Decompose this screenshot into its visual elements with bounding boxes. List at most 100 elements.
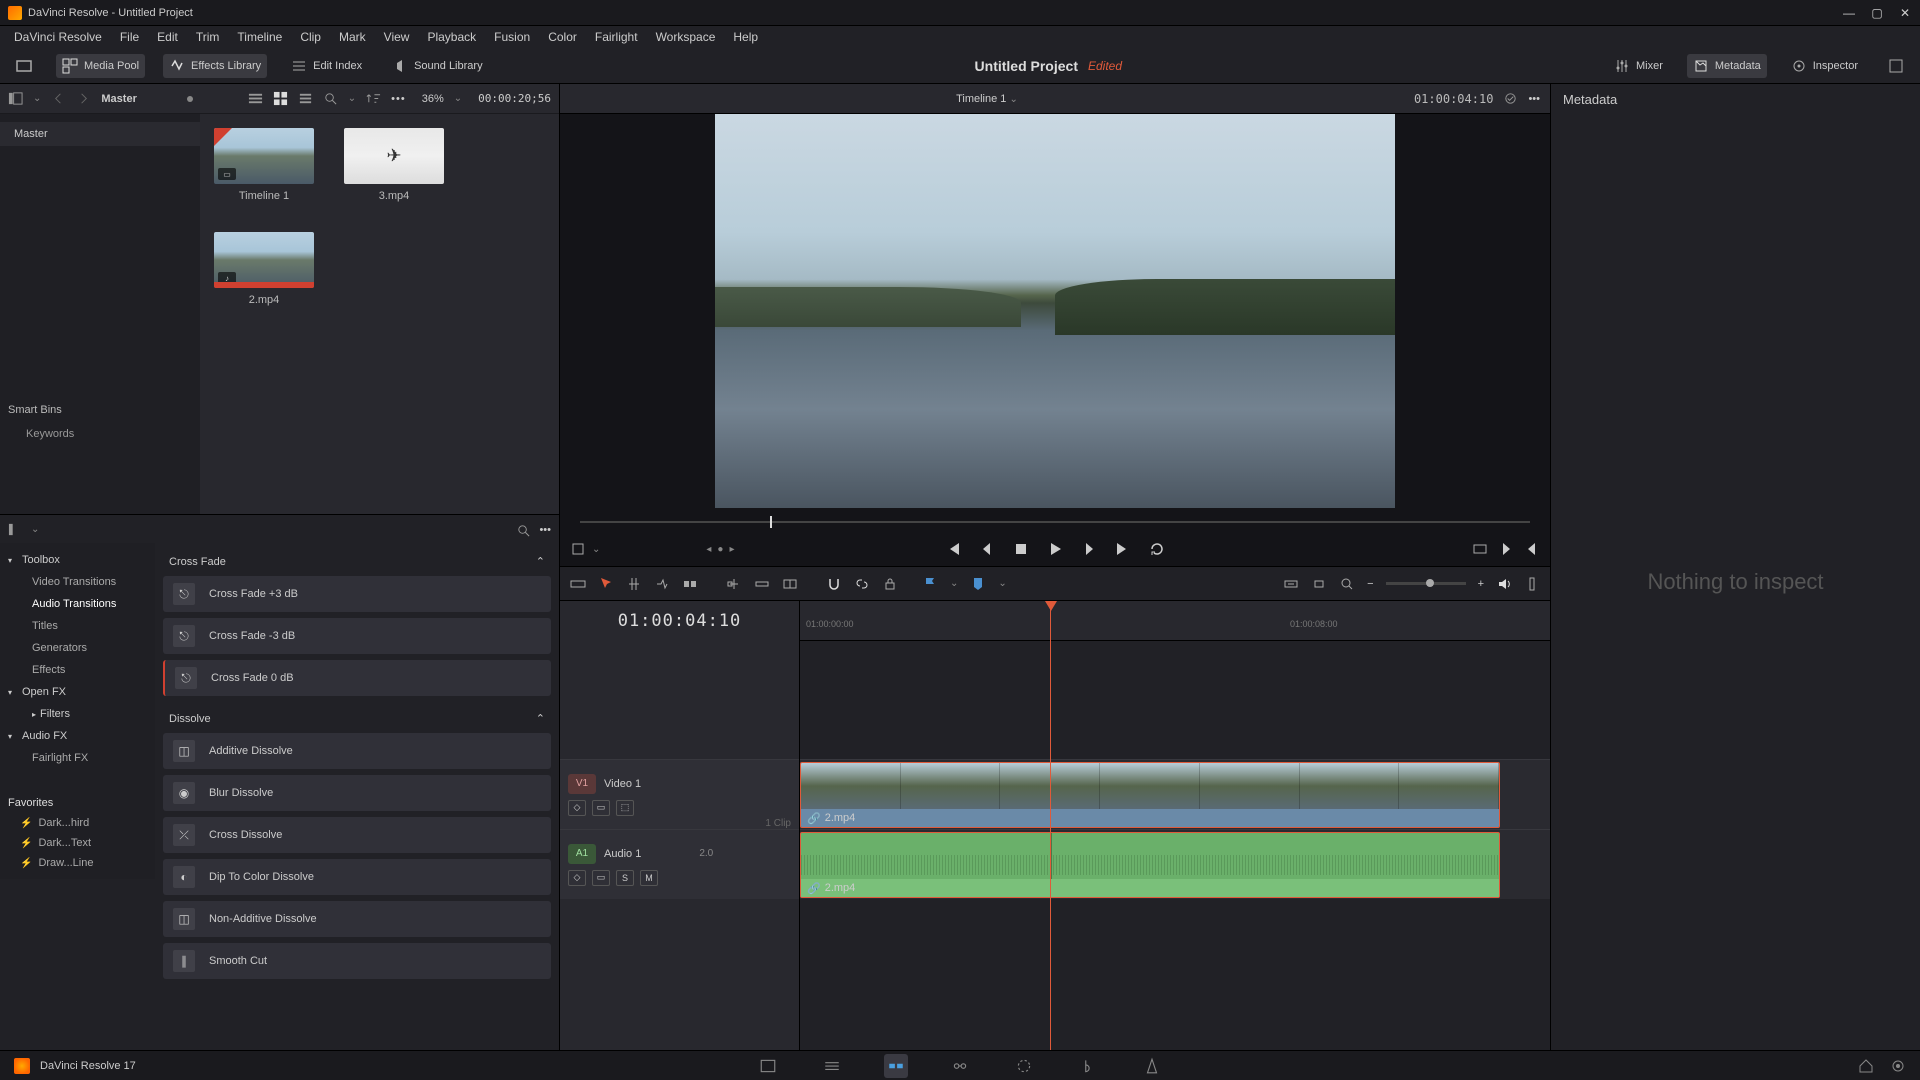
deliver-page-button[interactable]	[1140, 1054, 1164, 1078]
zoom-full-icon[interactable]	[1283, 576, 1299, 592]
zoom-percent[interactable]: 36%	[422, 93, 444, 105]
prev-frame-button[interactable]	[979, 541, 995, 557]
favorite-item[interactable]: Draw...Line	[0, 853, 155, 873]
toolbox-node[interactable]: ▾Toolbox	[0, 549, 155, 571]
next-icon[interactable]	[76, 91, 91, 106]
effects-library-button[interactable]: Effects Library	[163, 54, 267, 78]
auto-select-button[interactable]: ◇	[568, 800, 586, 816]
menu-edit[interactable]: Edit	[149, 27, 186, 47]
replace-icon[interactable]	[782, 576, 798, 592]
timeline-timecode[interactable]: 01:00:04:10	[560, 601, 799, 641]
cut-page-button[interactable]	[820, 1054, 844, 1078]
fairlight-page-button[interactable]	[1076, 1054, 1100, 1078]
search-icon[interactable]	[323, 91, 338, 106]
minimize-button[interactable]: —	[1842, 6, 1856, 20]
crop-icon[interactable]	[570, 541, 586, 557]
fx-cross-fade-plus3[interactable]: ⎋Cross Fade +3 dB	[163, 576, 551, 612]
timeline-tracks[interactable]: 01:00:00:00 01:00:08:00 🔗2.mp4	[800, 601, 1550, 1050]
options-icon[interactable]: •••	[391, 93, 406, 105]
link-icon[interactable]	[854, 576, 870, 592]
audio-track-lane[interactable]: 🔗2.mp4	[800, 829, 1550, 899]
bin-master[interactable]: Master	[0, 122, 200, 146]
fx-non-additive[interactable]: ◫Non-Additive Dissolve	[163, 901, 551, 937]
close-button[interactable]: ✕	[1898, 6, 1912, 20]
bypass-icon[interactable]	[1503, 91, 1518, 106]
volume-icon[interactable]	[1496, 576, 1512, 592]
media-page-button[interactable]	[756, 1054, 780, 1078]
playhead[interactable]	[1050, 601, 1051, 1050]
fx-additive-dissolve[interactable]: ◫Additive Dissolve	[163, 733, 551, 769]
sound-library-button[interactable]: Sound Library	[386, 54, 489, 78]
selection-tool-icon[interactable]	[598, 576, 614, 592]
fusion-page-button[interactable]	[948, 1054, 972, 1078]
insert-icon[interactable]	[726, 576, 742, 592]
loop-button[interactable]	[1149, 541, 1165, 557]
fx-options-icon[interactable]: •••	[539, 524, 551, 536]
mute-button[interactable]: M	[640, 870, 658, 886]
meter-icon[interactable]	[1524, 576, 1540, 592]
favorite-item[interactable]: Dark...Text	[0, 833, 155, 853]
zoom-out-button[interactable]: −	[1367, 578, 1373, 590]
chevron-down-icon[interactable]: ⌄	[950, 578, 958, 589]
video-frame[interactable]	[715, 114, 1395, 508]
video-clip[interactable]: 🔗2.mp4	[800, 762, 1500, 828]
menu-timeline[interactable]: Timeline	[229, 27, 290, 47]
menu-fairlight[interactable]: Fairlight	[587, 27, 646, 47]
dynamic-trim-icon[interactable]	[654, 576, 670, 592]
chevron-down-icon[interactable]: ⌄	[998, 578, 1006, 589]
next-frame-button[interactable]	[1081, 541, 1097, 557]
zoom-detail-icon[interactable]	[1311, 576, 1327, 592]
menu-workspace[interactable]: Workspace	[648, 27, 724, 47]
menu-clip[interactable]: Clip	[292, 27, 329, 47]
snap-icon[interactable]	[826, 576, 842, 592]
fx-search-icon[interactable]	[516, 523, 531, 538]
color-page-button[interactable]	[1012, 1054, 1036, 1078]
video-transitions-node[interactable]: Video Transitions	[0, 571, 155, 593]
menu-mark[interactable]: Mark	[331, 27, 374, 47]
fx-smooth-cut[interactable]: ∥Smooth Cut	[163, 943, 551, 979]
menu-file[interactable]: File	[112, 27, 147, 47]
fx-cross-fade-minus3[interactable]: ⎋Cross Fade -3 dB	[163, 618, 551, 654]
menu-davinci-resolve[interactable]: DaVinci Resolve	[6, 27, 110, 47]
fx-cross-fade-0[interactable]: ⎋Cross Fade 0 dB	[163, 660, 551, 696]
bin-keywords[interactable]: Keywords	[0, 422, 200, 446]
blade-tool-icon[interactable]	[682, 576, 698, 592]
audiofx-node[interactable]: ▾Audio FX	[0, 725, 155, 747]
timeline-ruler[interactable]: 01:00:00:00 01:00:08:00	[800, 601, 1550, 641]
video-track-lane[interactable]: 🔗2.mp4	[800, 759, 1550, 829]
lock-icon[interactable]	[882, 576, 898, 592]
titles-node[interactable]: Titles	[0, 615, 155, 637]
audio-track-tag[interactable]: A1	[568, 844, 596, 864]
inspector-button[interactable]: Inspector	[1785, 54, 1864, 78]
go-in-button[interactable]	[1498, 541, 1514, 557]
scrub-bar[interactable]	[580, 512, 1530, 532]
match-frame-icon[interactable]	[1472, 541, 1488, 557]
maximize-button[interactable]: ▢	[1870, 6, 1884, 20]
zoom-chevron-icon[interactable]: ⌄	[454, 93, 462, 104]
bin-list-icon[interactable]	[8, 91, 23, 106]
fairlightfx-node[interactable]: Fairlight FX	[0, 747, 155, 769]
fx-group-crossfade[interactable]: Cross Fade⌃	[163, 545, 551, 576]
fx-dip-to-color[interactable]: ◐Dip To Color Dissolve	[163, 859, 551, 895]
metadata-button[interactable]: Metadata	[1687, 54, 1767, 78]
edit-index-button[interactable]: Edit Index	[285, 54, 368, 78]
auto-select-button[interactable]: ◇	[568, 870, 586, 886]
favorite-item[interactable]: Dark...hird	[0, 813, 155, 833]
expand-button[interactable]	[1882, 54, 1910, 78]
sort-icon[interactable]	[366, 91, 381, 106]
audio-clip[interactable]: 🔗2.mp4	[800, 832, 1500, 898]
video-track-header[interactable]: V1 Video 1 ◇ ▭ ⬚ 1 Clip	[560, 759, 799, 829]
viewer-options-icon[interactable]: •••	[1528, 93, 1540, 105]
filters-node[interactable]: ▸Filters	[0, 703, 155, 725]
audio-track-header[interactable]: A1 Audio 1 2.0 ◇ ▭ S M	[560, 829, 799, 899]
clip-timeline-1[interactable]: ▭ Timeline 1	[214, 128, 314, 202]
effects-node[interactable]: Effects	[0, 659, 155, 681]
settings-button[interactable]	[1890, 1058, 1906, 1074]
fx-layout-icon[interactable]	[8, 522, 23, 537]
media-pool-button[interactable]: Media Pool	[56, 54, 145, 78]
chevron-down-icon[interactable]: ⌄	[33, 93, 41, 104]
fx-cross-dissolve[interactable]: ⤫Cross Dissolve	[163, 817, 551, 853]
track-disable-button[interactable]: ⬚	[616, 800, 634, 816]
menu-color[interactable]: Color	[540, 27, 585, 47]
flag-icon[interactable]	[922, 576, 938, 592]
